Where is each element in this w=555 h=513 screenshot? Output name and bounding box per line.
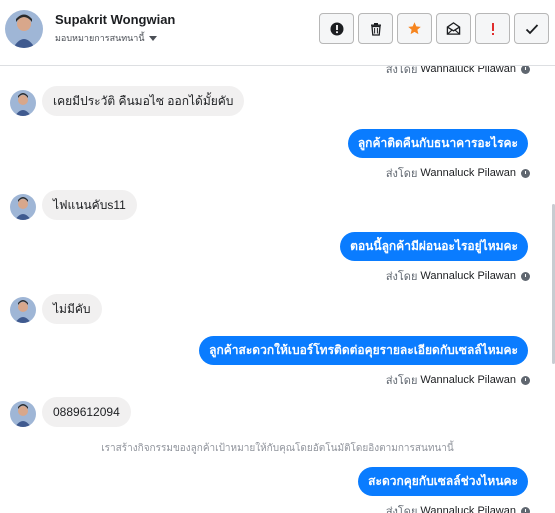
agent-name: Wannaluck Pilawan xyxy=(420,505,516,513)
sent-by-prefix: ส่งโดย xyxy=(385,271,418,283)
star-button[interactable] xyxy=(397,13,432,44)
sender-avatar xyxy=(10,401,36,427)
mark-spam-button[interactable] xyxy=(475,13,510,44)
delete-button[interactable] xyxy=(358,13,393,44)
assign-conversation-dropdown[interactable]: มอบหมายการสนทนานี้ xyxy=(55,31,157,45)
trash-icon xyxy=(370,22,381,36)
clock-icon xyxy=(521,375,530,385)
clock-icon xyxy=(521,168,530,178)
mark-unread-button[interactable] xyxy=(436,13,471,44)
sent-by-prefix: ส่งโดย xyxy=(385,66,418,76)
incoming-message[interactable]: เคยมีประวัติ คืนมอไซ ออกได้มั้ยคับ xyxy=(42,86,245,116)
agent-name: Wannaluck Pilawan xyxy=(420,66,516,75)
conversation-toolbar xyxy=(319,13,549,44)
envelope-open-icon xyxy=(446,22,461,35)
sent-by-prefix: ส่งโดย xyxy=(385,168,418,180)
contact-avatar[interactable] xyxy=(5,10,43,48)
sent-by-line: ส่งโดย Wannaluck Pilawan xyxy=(386,267,530,285)
exclamation-circle-icon xyxy=(330,22,343,35)
star-icon xyxy=(408,22,421,35)
incoming-message[interactable]: ไฟแนนคับs11 xyxy=(42,190,137,220)
agent-name: Wannaluck Pilawan xyxy=(420,167,516,179)
sent-by-prefix: ส่งโดย xyxy=(385,375,418,387)
exclamation-icon xyxy=(491,22,494,35)
info-button[interactable] xyxy=(319,13,354,44)
agent-name: Wannaluck Pilawan xyxy=(420,270,516,282)
sent-by-line: ส่งโดย Wannaluck Pilawan xyxy=(386,164,530,182)
mark-done-button[interactable] xyxy=(514,13,549,44)
clock-icon xyxy=(521,66,530,74)
outgoing-message[interactable]: ลูกค้าสะดวกให้เบอร์โทรติดต่อคุยรายละเอีย… xyxy=(199,336,528,365)
sent-by-line: ส่งโดย Wannaluck Pilawan xyxy=(386,371,530,389)
caret-down-icon xyxy=(148,35,157,41)
conversation-header: Supakrit Wongwian มอบหมายการสนทนานี้ xyxy=(0,0,555,66)
sent-by-prefix: ส่งโดย xyxy=(385,506,418,513)
system-activity-note: เราสร้างกิจกรรมของลูกค้าเป้าหมายให้กับคุ… xyxy=(101,443,454,454)
sender-avatar xyxy=(10,297,36,323)
outgoing-message[interactable]: ตอนนี้ลูกค้ามีผ่อนอะไรอยู่ไหมคะ xyxy=(340,232,528,261)
agent-name: Wannaluck Pilawan xyxy=(420,374,516,386)
incoming-message[interactable]: ไม่มีคับ xyxy=(42,294,102,324)
clock-icon xyxy=(521,506,530,513)
contact-name[interactable]: Supakrit Wongwian xyxy=(55,12,175,27)
outgoing-message[interactable]: สะดวกคุยกับเซลล์ช่วงไหนคะ xyxy=(358,467,528,496)
incoming-message[interactable]: 0889612094 xyxy=(42,397,131,427)
sender-avatar xyxy=(10,90,36,116)
check-icon xyxy=(525,23,538,34)
message-thread[interactable]: ส่งโดย Wannaluck Pilawan เคยมีประวัติ คื… xyxy=(0,66,555,513)
assign-label: มอบหมายการสนทนานี้ xyxy=(55,33,145,43)
outgoing-message[interactable]: ลูกค้าติดคืนกับธนาคารอะไรคะ xyxy=(347,129,528,158)
sent-by-line: ส่งโดย Wannaluck Pilawan xyxy=(386,502,530,513)
sent-by-line: ส่งโดย Wannaluck Pilawan xyxy=(386,66,530,78)
clock-icon xyxy=(521,271,530,281)
sender-avatar xyxy=(10,194,36,220)
